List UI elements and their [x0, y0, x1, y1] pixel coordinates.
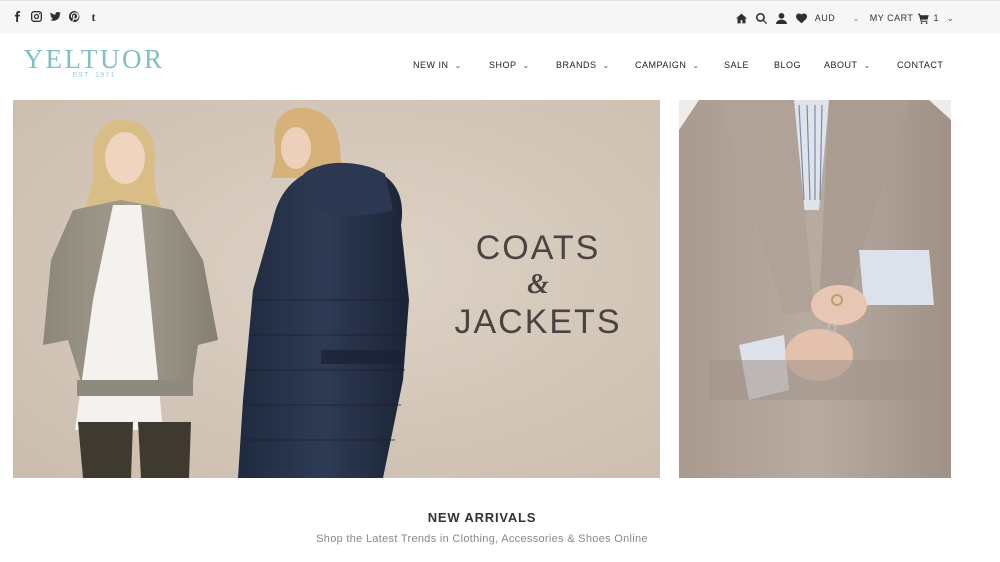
chevron-down-icon: ⌄: [522, 60, 530, 70]
nav-item-shop[interactable]: SHOP ⌄: [489, 60, 556, 70]
section-title-new-arrivals: NEW ARRIVALS: [427, 510, 537, 525]
top-bar: t AUD ⌄ MY CART 1 ⌄: [0, 0, 1000, 34]
nav-item-campaign[interactable]: CAMPAIGN ⌄: [635, 60, 724, 70]
logo-wordmark: YELTUOR: [23, 44, 165, 74]
nav-item-about[interactable]: ABOUT ⌄: [824, 60, 897, 70]
utility-links: AUD ⌄ MY CART 1 ⌄: [735, 10, 954, 26]
wishlist-heart-icon[interactable]: [795, 12, 807, 24]
instagram-icon[interactable]: [31, 10, 42, 23]
my-cart-link[interactable]: MY CART: [870, 13, 914, 23]
hero-banner-coats-jackets[interactable]: COATS & JACKETS: [13, 100, 660, 478]
account-icon[interactable]: [775, 12, 787, 24]
home-icon[interactable]: [735, 13, 747, 24]
nav-item-new-in[interactable]: NEW IN ⌄: [413, 60, 489, 70]
hero-ampersand: &: [527, 269, 549, 300]
main-nav: NEW IN ⌄ SHOP ⌄ BRANDS ⌄ CAMPAIGN ⌄ SALE BLO…: [413, 60, 943, 70]
pinterest-icon[interactable]: [69, 10, 80, 23]
brand-logo[interactable]: YELTUOR EST. 1971: [14, 44, 174, 79]
nav-item-contact[interactable]: CONTACT: [897, 60, 943, 70]
side-photo: [679, 100, 951, 478]
cart-chevron-down-icon[interactable]: ⌄: [946, 13, 954, 24]
chevron-down-icon: ⌄: [454, 60, 462, 70]
hero-headline: COATS & JACKETS: [443, 228, 633, 342]
facebook-icon[interactable]: [12, 10, 23, 23]
nav-item-sale[interactable]: SALE: [724, 60, 774, 70]
cart-icon[interactable]: [918, 13, 930, 24]
hero-line-coats: COATS: [475, 229, 601, 267]
side-promo-coat-image[interactable]: [679, 100, 951, 478]
nav-item-blog[interactable]: BLOG: [774, 60, 824, 70]
nav-item-brands[interactable]: BRANDS ⌄: [556, 60, 635, 70]
chevron-down-icon: ⌄: [602, 60, 610, 70]
twitter-icon[interactable]: [50, 10, 61, 23]
chevron-down-icon: ⌄: [692, 60, 700, 70]
chevron-down-icon[interactable]: ⌄: [852, 13, 860, 24]
currency-selector[interactable]: AUD: [815, 13, 836, 23]
chevron-down-icon: ⌄: [863, 60, 871, 70]
search-icon[interactable]: [755, 12, 767, 24]
section-subtitle: Shop the Latest Trends in Clothing, Acce…: [316, 533, 648, 545]
hero-line-jackets: JACKETS: [454, 303, 622, 341]
social-links: t: [12, 10, 99, 23]
tumblr-icon[interactable]: t: [88, 10, 99, 23]
cart-count: 1: [933, 13, 939, 23]
